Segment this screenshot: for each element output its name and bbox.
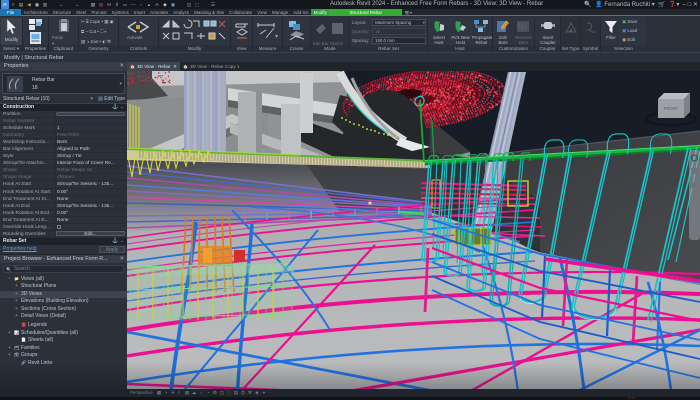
svg-text:▾: ▾ — [275, 34, 278, 40]
svg-text:FRONT: FRONT — [664, 106, 679, 111]
